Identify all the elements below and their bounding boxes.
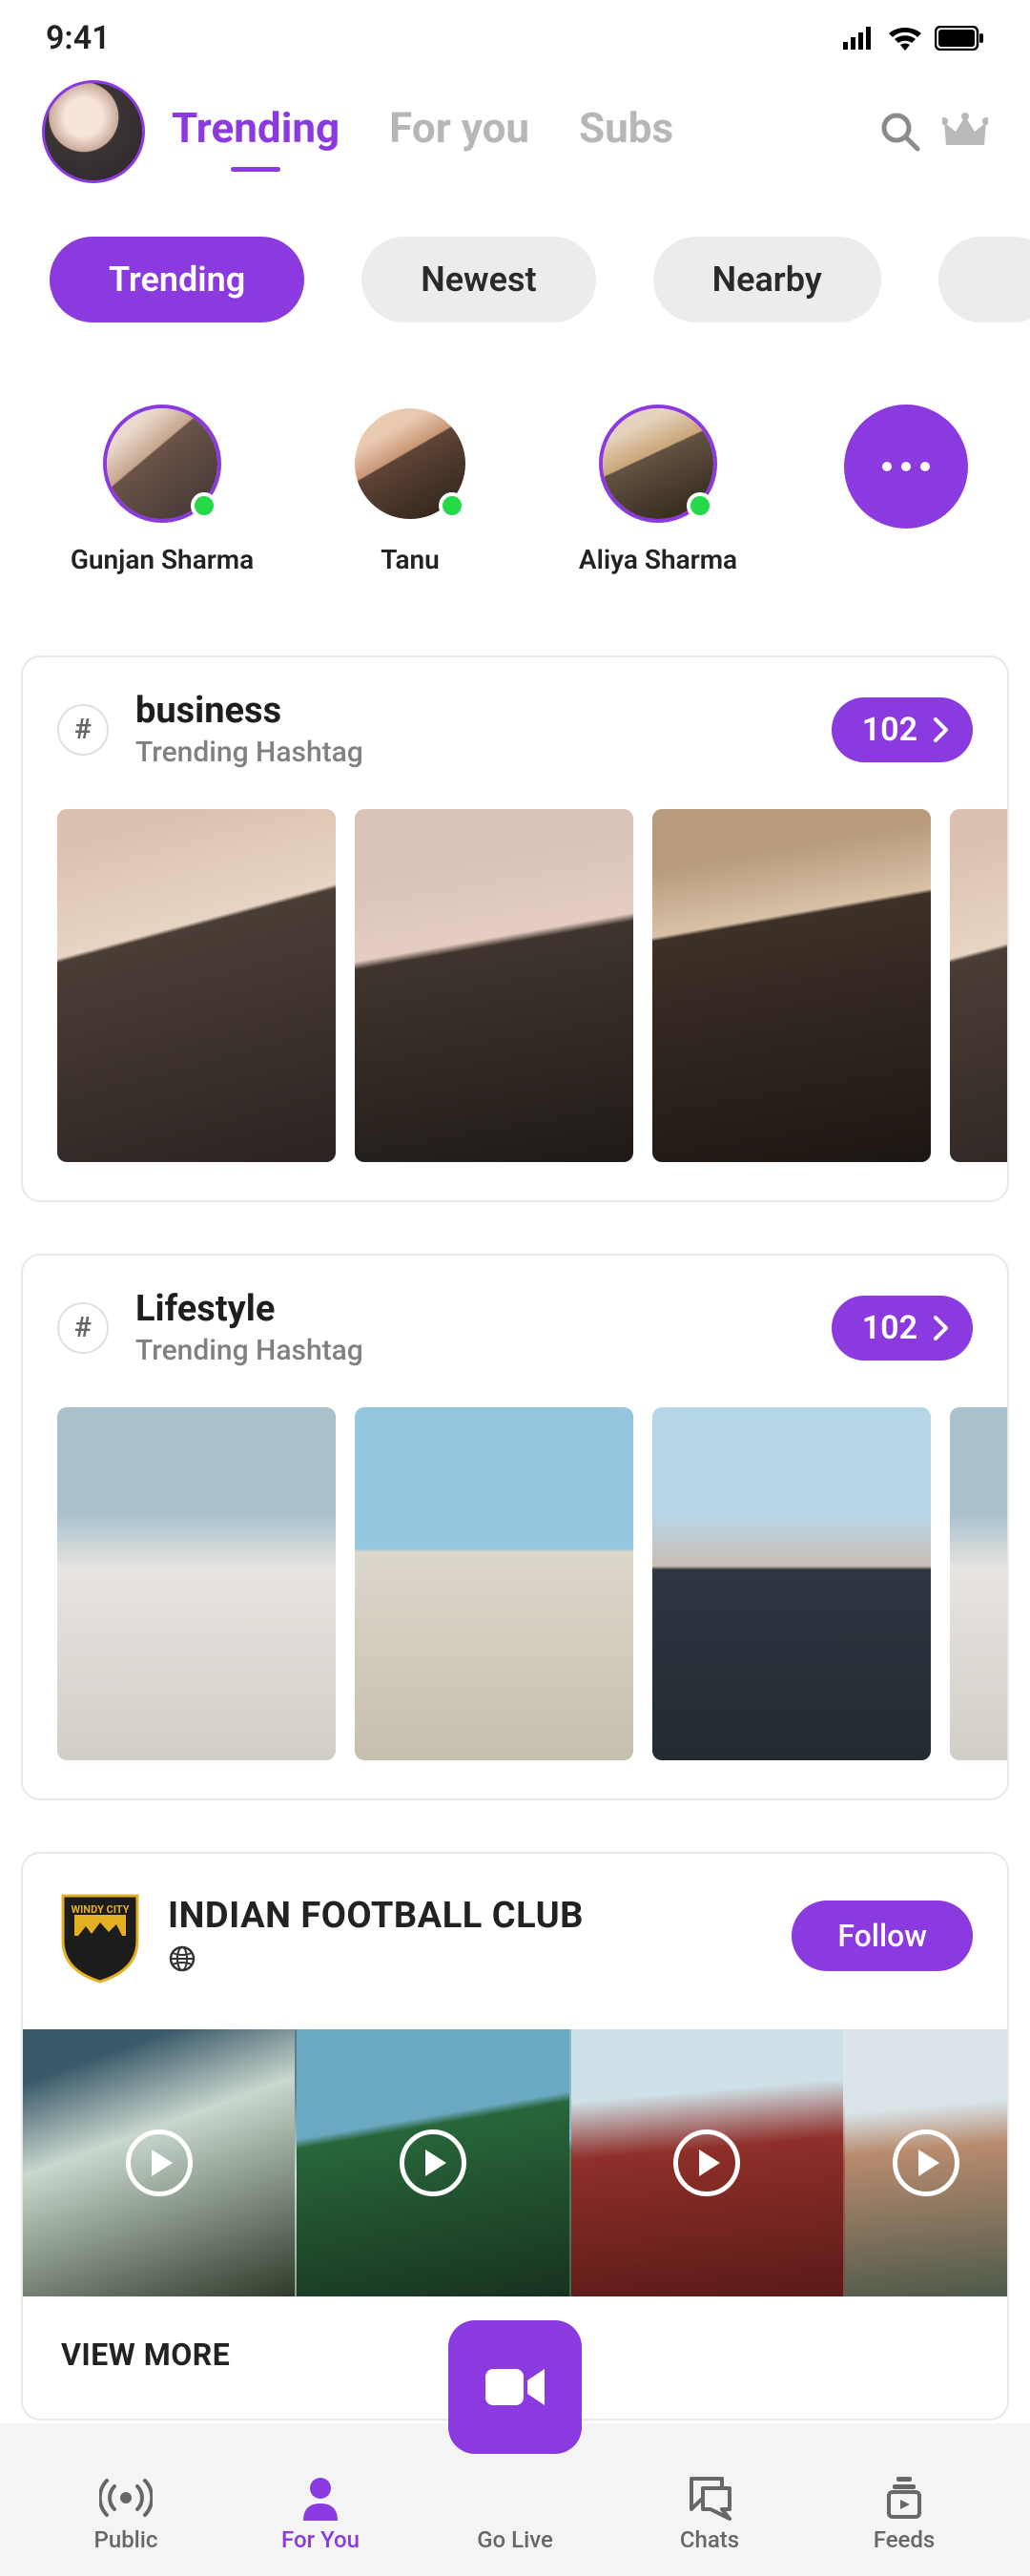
- content-thumbnail[interactable]: [355, 1407, 633, 1760]
- go-live-fab[interactable]: [448, 2320, 582, 2454]
- video-thumbnail[interactable]: [23, 2029, 297, 2296]
- story-name: Gunjan Sharma: [71, 544, 254, 575]
- play-icon: [893, 2129, 959, 2196]
- nav-public[interactable]: Public: [29, 2423, 223, 2576]
- content-thumbnail[interactable]: [57, 809, 336, 1162]
- content-thumbnail[interactable]: [950, 1407, 1007, 1760]
- follow-button[interactable]: Follow: [792, 1901, 973, 1971]
- crown-icon[interactable]: [942, 113, 988, 151]
- nav-label: Chats: [680, 2526, 739, 2553]
- video-thumbnail[interactable]: [297, 2029, 570, 2296]
- content-thumbnail[interactable]: [950, 809, 1007, 1162]
- hash-icon: #: [57, 704, 109, 756]
- online-dot-icon: [439, 492, 465, 519]
- nav-chats[interactable]: Chats: [612, 2423, 807, 2576]
- nav-label: Feeds: [874, 2526, 936, 2553]
- hashtag-count-button[interactable]: 102: [832, 1296, 973, 1361]
- content-thumbnail[interactable]: [652, 809, 931, 1162]
- story-name: Aliya Sharma: [579, 544, 737, 575]
- feeds-icon: [883, 2475, 925, 2521]
- hashtag-count-button[interactable]: 102: [832, 697, 973, 762]
- club-name[interactable]: INDIAN FOOTBALL CLUB: [168, 1895, 767, 1937]
- thumbnail-row: [23, 1384, 1007, 1798]
- filter-chips: Trending Newest Nearby: [0, 191, 1030, 338]
- hashtag-subtitle: Trending Hashtag: [135, 736, 805, 769]
- content-thumbnail[interactable]: [355, 809, 633, 1162]
- tab-for-you[interactable]: For you: [389, 103, 529, 160]
- svg-text:WINDY CITY: WINDY CITY: [71, 1903, 129, 1916]
- hashtag-count: 102: [862, 711, 917, 749]
- status-time: 9:41: [46, 19, 111, 57]
- video-row: [23, 2029, 1007, 2296]
- story-item[interactable]: Tanu: [315, 405, 505, 575]
- wifi-icon: [889, 26, 921, 51]
- video-thumbnail[interactable]: [571, 2029, 845, 2296]
- chip-more[interactable]: [938, 237, 1030, 322]
- hashtag-title[interactable]: Lifestyle: [135, 1288, 805, 1330]
- content-thumbnail[interactable]: [652, 1407, 931, 1760]
- signal-icon: [843, 27, 876, 50]
- top-header: Trending For you Subs: [0, 67, 1030, 191]
- person-icon: [299, 2475, 341, 2521]
- nav-for-you[interactable]: For You: [223, 2423, 418, 2576]
- hashtag-title[interactable]: business: [135, 690, 805, 732]
- nav-label: Public: [94, 2526, 158, 2553]
- hashtag-subtitle: Trending Hashtag: [135, 1334, 805, 1367]
- globe-icon: [168, 1944, 767, 1977]
- chip-trending[interactable]: Trending: [50, 237, 304, 322]
- chevron-right-icon: [933, 1315, 950, 1341]
- story-item[interactable]: Aliya Sharma: [563, 405, 753, 575]
- online-dot-icon: [687, 492, 713, 519]
- story-more[interactable]: [811, 405, 1001, 529]
- profile-avatar[interactable]: [42, 80, 145, 183]
- status-indicators: [843, 26, 984, 51]
- tab-subs[interactable]: Subs: [579, 103, 673, 160]
- story-item[interactable]: Gunjan Sharma: [67, 405, 258, 575]
- nav-label: For You: [281, 2526, 360, 2553]
- hash-icon: #: [57, 1302, 109, 1354]
- stories-row: Gunjan Sharma Tanu Aliya Sharma: [0, 338, 1030, 604]
- play-icon: [126, 2129, 193, 2196]
- chevron-right-icon: [933, 717, 950, 743]
- play-icon: [673, 2129, 740, 2196]
- video-thumbnail[interactable]: [845, 2029, 1007, 2296]
- story-name: Tanu: [381, 544, 440, 575]
- hashtag-count: 102: [862, 1309, 917, 1347]
- hashtag-card-business: # business Trending Hashtag 102: [21, 655, 1009, 1202]
- hashtag-card-lifestyle: # Lifestyle Trending Hashtag 102: [21, 1254, 1009, 1800]
- chip-newest[interactable]: Newest: [361, 237, 595, 322]
- search-icon[interactable]: [879, 111, 921, 153]
- nav-feeds[interactable]: Feeds: [807, 2423, 1001, 2576]
- thumbnail-row: [23, 786, 1007, 1200]
- battery-icon: [935, 26, 984, 51]
- content-thumbnail[interactable]: [57, 1407, 336, 1760]
- top-tabs: Trending For you Subs: [172, 103, 853, 160]
- online-dot-icon: [191, 492, 217, 519]
- play-icon: [400, 2129, 466, 2196]
- chat-icon: [686, 2475, 733, 2521]
- status-bar: 9:41: [0, 0, 1030, 67]
- nav-label: Go Live: [477, 2526, 553, 2553]
- chip-nearby[interactable]: Nearby: [653, 237, 881, 322]
- tab-trending[interactable]: Trending: [172, 103, 340, 160]
- club-logo-icon: WINDY CITY: [57, 1888, 143, 1984]
- broadcast-icon: [99, 2475, 153, 2521]
- more-button[interactable]: [844, 405, 968, 529]
- video-icon: [482, 2363, 548, 2411]
